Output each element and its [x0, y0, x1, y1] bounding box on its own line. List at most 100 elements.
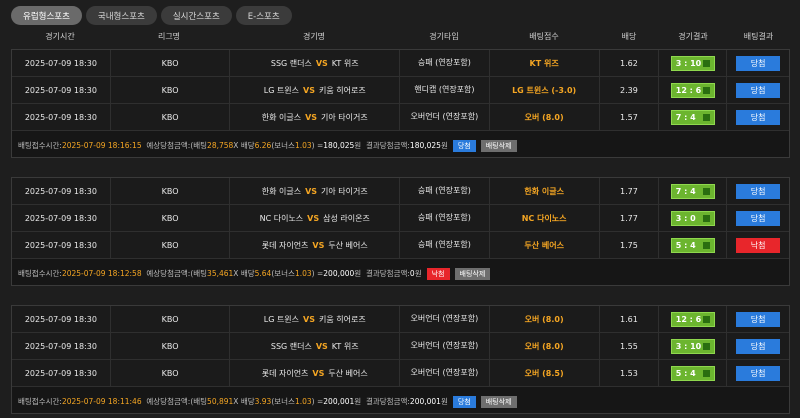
- col-score: 경기결과: [678, 32, 708, 41]
- status-button[interactable]: 당첨: [452, 139, 476, 152]
- bet-row: 2025-07-09 18:30 KBO 롯데 자이언츠 VS 두산 베어스 승패 (연장…: [12, 232, 789, 259]
- result-badge: 당첨: [736, 365, 781, 381]
- match-name: LG 트윈스 VS 키움 히어로즈: [229, 77, 399, 103]
- tab-live-sports[interactable]: 실시간스포츠: [160, 6, 232, 25]
- expected-label: 예상당첨금액:: [146, 269, 191, 278]
- match-name: SSG 랜더스 VS KT 위즈: [229, 333, 399, 359]
- bet-row: 2025-07-09 18:30 KBO NC 다이노스 VS 삼성 라이온즈 승패 (연…: [12, 205, 789, 232]
- tab-e-sports[interactable]: E-스포츠: [235, 6, 292, 25]
- away-team: 두산 베어스: [328, 240, 368, 250]
- x-odds-label: X 배당: [233, 397, 255, 406]
- bet-row: 2025-07-09 18:30 KBO 롯데 자이언츠 VS 두산 베어스 오버언더 (…: [12, 360, 789, 387]
- delete-bet-button[interactable]: 배팅삭제: [480, 395, 517, 408]
- bet-time-label: 배팅접수시간:: [18, 397, 62, 406]
- bonus-value: 1.03: [294, 269, 312, 278]
- bet-type: 오버언더 (연장포함): [399, 306, 489, 332]
- vs-label: VS: [315, 58, 328, 68]
- bet-card: 2025-07-09 18:30 KBO 한화 이글스 VS 기아 타이거즈 승패 (연장…: [11, 177, 790, 286]
- bet-type: 승패 (연장포함): [399, 232, 489, 258]
- score-indicator-icon: [702, 59, 710, 67]
- vs-label: VS: [305, 112, 318, 122]
- bonus-open-label: (보너스: [271, 141, 295, 150]
- home-team: 롯데 자이언츠: [261, 240, 309, 250]
- score-badge: 5 : 4: [670, 237, 715, 253]
- match-name: 한화 이글스 VS 기아 타이거즈: [229, 104, 399, 130]
- expected-value: 180,025: [323, 141, 355, 150]
- total-odds-value: 6.26: [254, 141, 272, 150]
- col-match: 경기명: [302, 32, 326, 41]
- game-result: 7 : 4: [658, 104, 726, 130]
- match-name: 롯데 자이언츠 VS 두산 베어스: [229, 360, 399, 386]
- score-text: 5 : 4: [675, 368, 696, 378]
- game-result: 3 : 10: [658, 333, 726, 359]
- score-badge: 3 : 0: [670, 210, 715, 226]
- status-button[interactable]: 낙첨: [426, 267, 450, 280]
- bet-pick: 오버 (8.0): [488, 333, 599, 359]
- game-result: 5 : 4: [658, 360, 726, 386]
- bet-summary: 배팅접수시간: 2025-07-09 18:11:46 예상당첨금액: (배팅 50,…: [12, 393, 789, 410]
- result-amount-label: 결과당첨금액:: [365, 269, 410, 278]
- odds: 1.75: [598, 232, 659, 258]
- bet-row: 2025-07-09 18:30 KBO 한화 이글스 VS 기아 타이거즈 오버언더 (…: [12, 104, 789, 131]
- match-name: 롯데 자이언츠 VS 두산 베어스: [229, 232, 399, 258]
- league-name: KBO: [109, 77, 230, 103]
- score-badge: 12 : 6: [670, 311, 715, 327]
- col-odds: 배당: [621, 32, 637, 41]
- col-league: 리그명: [157, 32, 181, 41]
- game-time: 2025-07-09 18:30: [24, 58, 97, 68]
- vs-label: VS: [307, 213, 320, 223]
- score-indicator-icon: [702, 187, 710, 195]
- bonus-value: 1.03: [294, 397, 312, 406]
- score-badge: 7 : 4: [670, 109, 715, 125]
- game-time: 2025-07-09 18:30: [24, 368, 97, 378]
- vs-label: VS: [312, 240, 325, 250]
- bet-time-label: 배팅접수시간:: [18, 269, 62, 278]
- score-badge: 7 : 4: [670, 183, 715, 199]
- home-team: SSG 랜더스: [270, 58, 312, 68]
- status-button[interactable]: 당첨: [452, 395, 476, 408]
- league-name: KBO: [109, 333, 230, 359]
- bet-result: 당첨: [726, 205, 789, 231]
- tab-domestic-sports[interactable]: 국내형스포츠: [85, 6, 157, 25]
- eq-label: ) =: [311, 141, 324, 150]
- won-label: 원: [440, 141, 448, 150]
- bet-pick: 한화 이글스: [488, 178, 599, 204]
- bet-result: 당첨: [726, 360, 789, 386]
- bet-result: 당첨: [726, 306, 789, 332]
- bet-open-label: (배팅: [190, 141, 208, 150]
- bet-type: 오버언더 (연장포함): [399, 360, 489, 386]
- score-text: 3 : 10: [675, 341, 702, 351]
- result-amount-value: 200,001: [409, 397, 441, 406]
- won-label: 원: [440, 397, 448, 406]
- bet-time-label: 배팅접수시간:: [18, 141, 62, 150]
- bonus-open-label: (보너스: [271, 269, 295, 278]
- bet-type: 핸디캡 (연장포함): [399, 77, 489, 103]
- game-time: 2025-07-09 18:30: [24, 85, 97, 95]
- away-team: KT 위즈: [331, 58, 359, 68]
- bet-row: 2025-07-09 18:30 KBO LG 트윈스 VS 키움 히어로즈 오버언더 (…: [12, 306, 789, 333]
- bet-time-value: 2025-07-09 18:16:15: [61, 141, 142, 150]
- bet-type: 승패 (연장포함): [399, 205, 489, 231]
- bet-pick: KT 위즈: [488, 50, 599, 76]
- game-result: 3 : 0: [658, 205, 726, 231]
- score-text: 12 : 6: [675, 85, 702, 95]
- score-indicator-icon: [702, 342, 710, 350]
- delete-bet-button[interactable]: 배팅삭제: [480, 139, 517, 152]
- game-result: 7 : 4: [658, 178, 726, 204]
- delete-bet-button[interactable]: 배팅삭제: [454, 267, 491, 280]
- result-badge: 당첨: [736, 82, 781, 98]
- away-team: 기아 타이거즈: [321, 186, 368, 196]
- home-team: NC 다이노스: [259, 213, 304, 223]
- odds: 1.77: [598, 178, 659, 204]
- score-text: 5 : 4: [675, 240, 696, 250]
- eq-label: ) =: [311, 269, 324, 278]
- bet-open-label: (배팅: [190, 269, 208, 278]
- vs-label: VS: [303, 85, 315, 95]
- bet-row: 2025-07-09 18:30 KBO LG 트윈스 VS 키움 히어로즈 핸디캡 (연…: [12, 77, 789, 104]
- game-time: 2025-07-09 18:30: [24, 213, 97, 223]
- odds: 1.61: [598, 306, 659, 332]
- tab-european-sports[interactable]: 유럽형스포츠: [11, 6, 82, 25]
- total-odds-value: 5.64: [254, 269, 272, 278]
- vs-label: VS: [303, 314, 315, 324]
- vs-label: VS: [315, 341, 328, 351]
